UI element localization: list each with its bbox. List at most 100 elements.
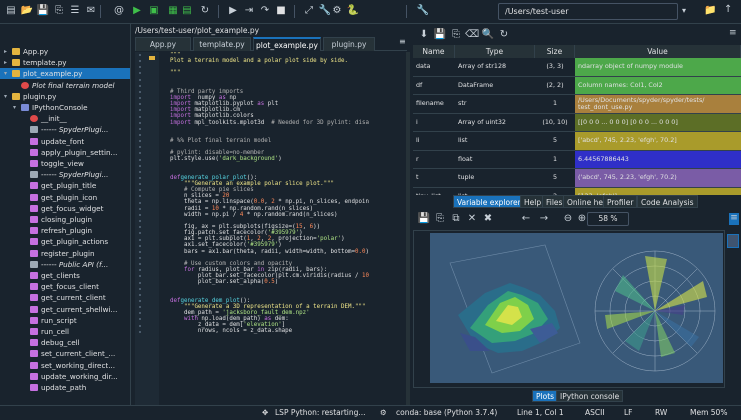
zoom-out-icon[interactable]: ⊖ — [561, 212, 575, 226]
outline-item[interactable]: get_plugin_title — [0, 180, 130, 191]
expand-arrow-icon[interactable]: ▾ — [13, 102, 16, 113]
re-run-icon[interactable]: ↻ — [198, 4, 212, 18]
outline-item[interactable]: run_cell — [0, 326, 130, 337]
outline-item[interactable]: register_plugin — [0, 248, 130, 259]
breakpoint-marker[interactable] — [139, 177, 141, 179]
breakpoint-marker[interactable] — [139, 97, 141, 100]
breakpoint-marker[interactable] — [139, 115, 141, 118]
debug-step-icon[interactable]: ⇥ — [242, 4, 256, 18]
breakpoint-marker[interactable] — [139, 306, 141, 309]
stop-icon[interactable]: ■ — [274, 4, 288, 18]
copy-icon[interactable]: ⧉ — [449, 212, 463, 226]
column-header[interactable]: Value — [575, 45, 741, 58]
erase-icon[interactable]: ⌫ — [465, 28, 479, 42]
breakpoint-marker[interactable] — [139, 232, 141, 235]
column-header[interactable]: Name — [413, 45, 455, 58]
breakpoint-marker[interactable] — [139, 330, 141, 333]
debug-continue-icon[interactable]: ↷ — [258, 4, 272, 18]
breakpoint-marker[interactable] — [139, 66, 141, 69]
breakpoint-marker[interactable] — [139, 54, 141, 56]
plots-menu-icon[interactable]: ≡ — [729, 213, 739, 225]
breakpoint-marker[interactable] — [139, 300, 141, 302]
breakpoint-marker[interactable] — [139, 127, 141, 130]
breakpoint-marker[interactable] — [139, 201, 141, 204]
breakpoint-marker[interactable] — [139, 263, 141, 266]
breakpoint-marker[interactable] — [139, 256, 141, 259]
run-cell-icon[interactable]: ▣ — [147, 4, 161, 18]
outline-item[interactable]: debug_cell — [0, 337, 130, 348]
outline-item[interactable]: ▸ App.py — [0, 46, 130, 57]
outline-item[interactable]: get_focus_widget — [0, 203, 130, 214]
refresh-icon[interactable]: ↻ — [497, 28, 511, 42]
file-switcher-icon[interactable]: ☰ — [68, 4, 82, 18]
variable-row[interactable]: df DataFrame (2, 2) Column names: Col1, Col… — [413, 76, 741, 95]
save-all-icon[interactable]: ⎘ — [52, 4, 66, 18]
editor-tab[interactable]: plugin.py — [323, 37, 375, 51]
breakpoint-marker[interactable] — [139, 244, 141, 247]
close-plot-icon[interactable]: ✕ — [465, 212, 479, 226]
outline-item[interactable]: toggle_view — [0, 158, 130, 169]
maximize-icon[interactable]: ⤢ — [302, 4, 316, 18]
breakpoint-marker[interactable] — [139, 183, 141, 186]
outline-item[interactable]: ▸ template.py — [0, 57, 130, 68]
outline-item[interactable]: run_script — [0, 315, 130, 326]
run-cell-advance-icon[interactable]: ▦ — [166, 4, 180, 18]
save-as-icon[interactable]: ⎘ — [449, 28, 463, 42]
outline-item[interactable]: set_current_client_... — [0, 348, 130, 359]
breakpoint-marker[interactable] — [139, 90, 141, 93]
breakpoint-marker[interactable] — [139, 287, 141, 290]
run-selection-icon[interactable]: ▤ — [180, 4, 194, 18]
outline-item[interactable]: get_clients — [0, 270, 130, 281]
options-menu-icon[interactable]: ≡ — [729, 28, 739, 40]
variable-row[interactable]: filename str 1/Users/Documents/spyder/spyd… — [413, 95, 741, 114]
bottom-tab[interactable]: IPython console — [556, 390, 624, 402]
outline-item[interactable]: Plot final terrain model — [0, 80, 130, 91]
up-arrow-icon[interactable]: ↑ — [724, 4, 736, 18]
outline-item[interactable]: ------ Public API (f... — [0, 259, 130, 270]
previous-icon[interactable]: ← — [519, 212, 533, 226]
breakpoint-marker[interactable] — [139, 146, 141, 149]
outline-item[interactable]: refresh_plugin — [0, 225, 130, 236]
pane-tab[interactable]: Variable explorer — [453, 195, 525, 208]
variable-row[interactable]: data Array of str128 (3, 3) ndarray object … — [413, 58, 741, 77]
plot-thumbnails[interactable] — [725, 230, 741, 388]
breakpoint-marker[interactable] — [139, 133, 141, 136]
outline-item[interactable]: set_working_direct... — [0, 360, 130, 371]
outline-item[interactable]: get_plugin_icon — [0, 192, 130, 203]
save-plot-icon[interactable]: 💾 — [417, 212, 431, 226]
variable-row[interactable]: r float 1 6.44567886443 — [413, 150, 741, 169]
variable-row[interactable]: t tuple 5 ('abcd', 745, 2.23, 'efgh', 70.2) — [413, 169, 741, 188]
outline-item[interactable]: update_font — [0, 136, 130, 147]
plot-thumbnail[interactable] — [727, 234, 739, 248]
bottom-tab[interactable]: Plots — [532, 390, 559, 402]
debug-icon[interactable]: ▶ — [226, 4, 240, 18]
outline-item[interactable]: closing_plugin — [0, 214, 130, 225]
import-data-icon[interactable]: ⬇ — [417, 28, 431, 42]
expand-arrow-icon[interactable]: ▸ — [4, 57, 7, 68]
chevron-down-icon[interactable]: ▾ — [682, 6, 692, 16]
outline-item[interactable]: ▾ plugin.py — [0, 91, 130, 102]
breakpoint-marker[interactable] — [139, 324, 141, 327]
editor-tab[interactable]: plot_example.py — [253, 37, 321, 51]
editor-tab[interactable]: App.py — [135, 37, 191, 51]
search-icon[interactable]: 🔍 — [481, 28, 495, 42]
breakpoint-marker[interactable] — [139, 226, 141, 229]
open-file-icon[interactable]: 📂 — [20, 4, 34, 18]
breakpoint-marker[interactable] — [139, 152, 141, 155]
breakpoint-marker[interactable] — [139, 250, 141, 253]
breakpoint-marker[interactable] — [139, 60, 141, 63]
breakpoint-marker[interactable] — [139, 84, 141, 87]
pane-tab[interactable]: Code Analysis — [637, 195, 698, 208]
breakpoint-marker[interactable] — [139, 170, 141, 173]
breakpoint-marker[interactable] — [139, 281, 141, 284]
breakpoint-marker[interactable] — [139, 158, 141, 161]
outline-item[interactable]: ▾ IPythonConsole — [0, 102, 130, 113]
breakpoint-marker[interactable] — [139, 195, 141, 198]
breakpoint-marker[interactable] — [139, 189, 141, 192]
tab-menu-icon[interactable]: ≡ — [399, 37, 407, 51]
email-icon[interactable]: ✉ — [84, 4, 98, 18]
at-icon[interactable]: @ — [112, 4, 126, 18]
variable-row[interactable]: i Array of uint32 (10, 10) [[0 0 0 ... 0 0 … — [413, 113, 741, 132]
save-all-plots-icon[interactable]: ⎘ — [433, 212, 447, 226]
breakpoint-marker[interactable] — [139, 275, 141, 278]
